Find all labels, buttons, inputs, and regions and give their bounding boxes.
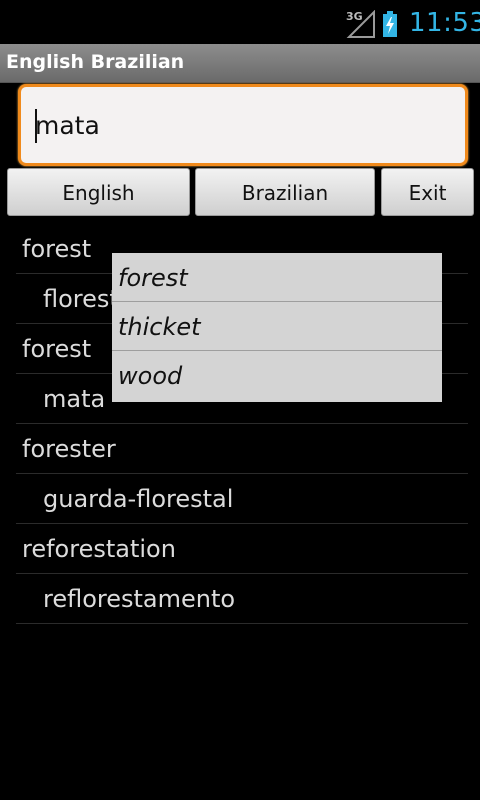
status-bar: 3G 11:53 <box>0 0 480 44</box>
result-translation[interactable]: guarda-florestal <box>16 474 468 524</box>
result-word[interactable]: forester <box>16 424 468 474</box>
app-title: English Brazilian <box>6 51 185 73</box>
search-field[interactable] <box>18 84 468 166</box>
app-title-bar: English Brazilian <box>0 44 480 83</box>
suggestion-popup: forest thicket wood <box>112 253 442 402</box>
clock: 11:53 <box>409 8 480 38</box>
battery-charging-icon <box>382 11 398 37</box>
english-button[interactable]: English <box>7 168 190 216</box>
search-input[interactable] <box>35 105 435 145</box>
network-type-label: 3G <box>346 10 363 23</box>
text-cursor <box>35 109 37 143</box>
brazilian-button[interactable]: Brazilian <box>195 168 375 216</box>
signal-3g-icon: 3G <box>346 9 376 38</box>
popup-item[interactable]: forest <box>112 253 442 302</box>
result-word[interactable]: reforestation <box>16 524 468 574</box>
popup-item[interactable]: wood <box>112 351 442 400</box>
exit-button[interactable]: Exit <box>381 168 474 216</box>
result-translation[interactable]: reflorestamento <box>16 574 468 624</box>
popup-item[interactable]: thicket <box>112 302 442 351</box>
